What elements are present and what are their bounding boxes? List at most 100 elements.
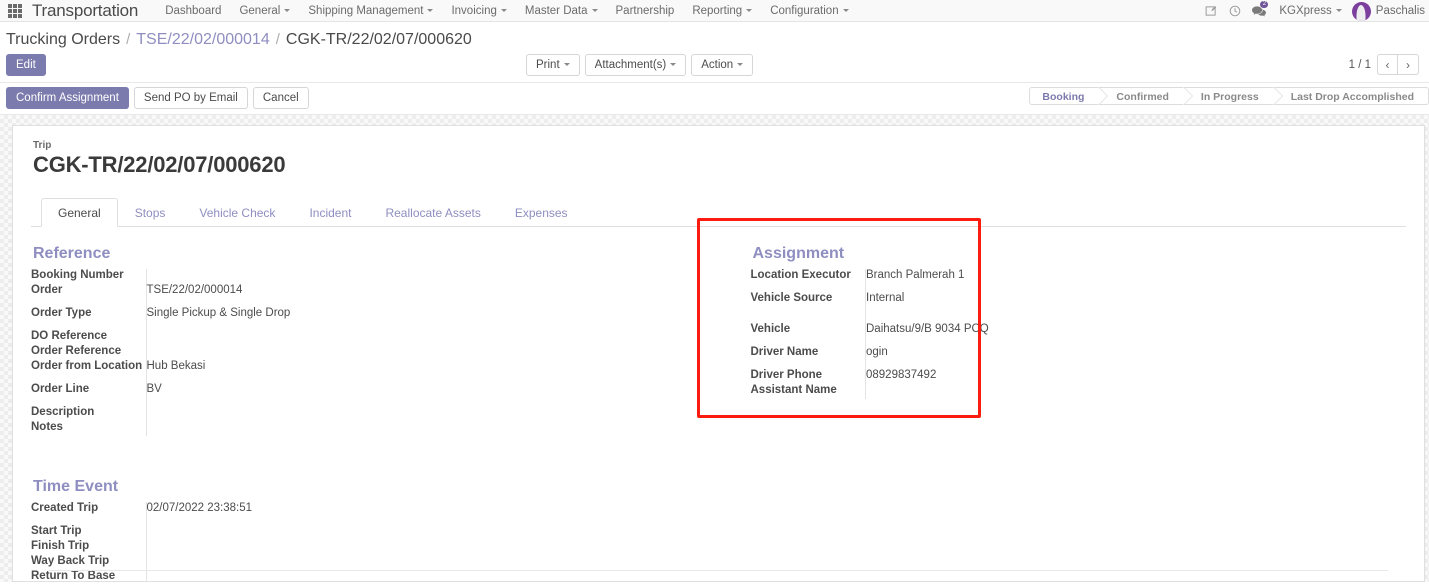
- breadcrumb-current: CGK-TR/22/02/07/000620: [285, 31, 472, 48]
- field-row: Assistant Name: [750, 384, 1407, 399]
- menu-item-shipping-management[interactable]: Shipping Management: [299, 0, 442, 22]
- clock-icon[interactable]: [1223, 0, 1247, 22]
- pager-previous-button[interactable]: ‹: [1377, 54, 1398, 75]
- value-return-to-base[interactable]: [146, 570, 719, 582]
- field-row: Driver Phone 08929837492: [750, 369, 1407, 384]
- menu-item-configuration[interactable]: Configuration: [761, 0, 857, 22]
- messages-badge: 2: [1260, 1, 1269, 8]
- field-spacer: [750, 315, 1407, 323]
- value-start-trip[interactable]: [146, 525, 719, 540]
- menu-item-dashboard[interactable]: Dashboard: [156, 0, 230, 22]
- chevron-down-icon: [500, 8, 507, 12]
- label-order-type: Order Type: [31, 307, 147, 322]
- user-menu[interactable]: Paschalis: [1376, 5, 1429, 17]
- label-order-line: Order Line: [31, 383, 147, 398]
- action-label: Action: [701, 59, 734, 71]
- menu-label: Reporting: [692, 4, 743, 17]
- control-panel-actions: Edit Print Attachment(s) Action 1 / 1 ‹ …: [0, 51, 1429, 82]
- apps-grid-icon[interactable]: [8, 3, 22, 18]
- breadcrumb-separator: /: [275, 31, 280, 48]
- value-created-trip[interactable]: 02/07/2022 23:38:51: [146, 502, 719, 517]
- chevron-down-icon: [737, 63, 744, 67]
- value-finish-trip[interactable]: [146, 540, 719, 555]
- field-row: Finish Trip: [31, 540, 719, 555]
- value-order[interactable]: TSE/22/02/000014: [146, 284, 719, 299]
- chevron-down-icon: [670, 63, 677, 67]
- status-confirmed[interactable]: Confirmed: [1098, 87, 1193, 105]
- control-panel: Trucking Orders / TSE/22/02/000014 / CGK…: [0, 22, 1429, 83]
- chevron-down-icon: [842, 8, 849, 12]
- field-row: Order Line BV: [31, 383, 719, 398]
- tab-incident[interactable]: Incident: [292, 198, 368, 227]
- value-assistant-name[interactable]: [866, 384, 1407, 399]
- label-booking-number: Booking Number: [31, 269, 147, 284]
- tab-reallocate-assets[interactable]: Reallocate Assets: [368, 198, 497, 227]
- value-do-reference[interactable]: [146, 330, 719, 345]
- field-spacer: [31, 398, 719, 406]
- value-order-line[interactable]: BV: [146, 383, 719, 398]
- menu-item-partnership[interactable]: Partnership: [607, 0, 684, 22]
- value-way-back-trip[interactable]: [146, 555, 719, 570]
- value-location-executor[interactable]: Branch Palmerah 1: [866, 269, 1407, 284]
- value-driver-name[interactable]: ogin: [866, 346, 1407, 361]
- breadcrumb-root[interactable]: Trucking Orders: [6, 31, 120, 49]
- attachments-label: Attachment(s): [594, 59, 667, 71]
- value-vehicle-source[interactable]: Internal: [866, 292, 1407, 307]
- value-order-type[interactable]: Single Pickup & Single Drop: [146, 307, 719, 322]
- tab-general[interactable]: General: [41, 198, 118, 227]
- menu-item-master-data[interactable]: Master Data: [516, 0, 607, 22]
- action-dropdown-button[interactable]: Action: [691, 54, 754, 76]
- tab-stops[interactable]: Stops: [118, 198, 183, 227]
- tab-vehicle-check[interactable]: Vehicle Check: [182, 198, 292, 227]
- chevron-down-icon: [1335, 9, 1342, 13]
- menu-label: Shipping Management: [308, 4, 424, 17]
- field-spacer: [31, 517, 719, 525]
- label-driver-phone: Driver Phone: [750, 369, 866, 384]
- value-driver-phone[interactable]: 08929837492: [866, 369, 1407, 384]
- cancel-button[interactable]: Cancel: [252, 87, 309, 109]
- edit-button[interactable]: Edit: [6, 54, 46, 76]
- field-spacer: [31, 299, 719, 307]
- print-dropdown-button[interactable]: Print: [526, 54, 580, 76]
- value-description[interactable]: [146, 406, 719, 421]
- edit-note-icon[interactable]: [1199, 0, 1223, 22]
- label-created-trip: Created Trip: [31, 502, 147, 517]
- send-po-by-email-button[interactable]: Send PO by Email: [133, 87, 248, 109]
- value-order-from-location[interactable]: Hub Bekasi: [146, 360, 719, 375]
- value-vehicle[interactable]: Daihatsu/9/B 9034 PCQ: [866, 323, 1407, 338]
- field-spacer: [750, 307, 1407, 315]
- field-row: Driver Name ogin: [750, 346, 1407, 361]
- label-do-reference: DO Reference: [31, 330, 147, 345]
- field-row: DO Reference: [31, 330, 719, 345]
- label-location-executor: Location Executor: [750, 269, 866, 284]
- app-brand-title[interactable]: Transportation: [32, 1, 138, 21]
- menu-item-general[interactable]: General: [230, 0, 299, 22]
- tab-expenses[interactable]: Expenses: [498, 198, 585, 227]
- chat-icon[interactable]: 2: [1247, 0, 1271, 22]
- status-booking[interactable]: Booking: [1029, 87, 1109, 105]
- value-order-reference[interactable]: [146, 345, 719, 360]
- field-row: Vehicle Source Internal: [750, 292, 1407, 307]
- menu-item-reporting[interactable]: Reporting: [683, 0, 761, 22]
- value-booking-number[interactable]: [146, 269, 719, 284]
- attachments-dropdown-button[interactable]: Attachment(s): [584, 54, 687, 76]
- field-row: Order TSE/22/02/000014: [31, 284, 719, 299]
- company-switcher[interactable]: KGXpress: [1271, 5, 1349, 17]
- time-event-group: Time Event Created Trip 02/07/2022 23:38…: [31, 478, 719, 582]
- menu-item-invoicing[interactable]: Invoicing: [442, 0, 515, 22]
- label-vehicle: Vehicle: [750, 323, 866, 338]
- field-row: Start Trip: [31, 525, 719, 540]
- field-row: Description: [31, 406, 719, 421]
- value-notes[interactable]: [146, 421, 719, 436]
- print-label: Print: [536, 59, 560, 71]
- label-driver-name: Driver Name: [750, 346, 866, 361]
- confirm-assignment-button[interactable]: Confirm Assignment: [6, 87, 129, 109]
- avatar[interactable]: [1351, 1, 1371, 21]
- chevron-down-icon: [284, 8, 291, 12]
- status-last-drop-accomplished[interactable]: Last Drop Accomplished: [1272, 87, 1429, 105]
- pager-next-button[interactable]: ›: [1398, 54, 1419, 75]
- status-in-progress[interactable]: In Progress: [1182, 87, 1283, 105]
- field-row: Created Trip 02/07/2022 23:38:51: [31, 502, 719, 517]
- form-columns: Reference Booking Number Order TSE/22/02…: [31, 218, 1407, 436]
- breadcrumb-parent[interactable]: TSE/22/02/000014: [136, 31, 269, 49]
